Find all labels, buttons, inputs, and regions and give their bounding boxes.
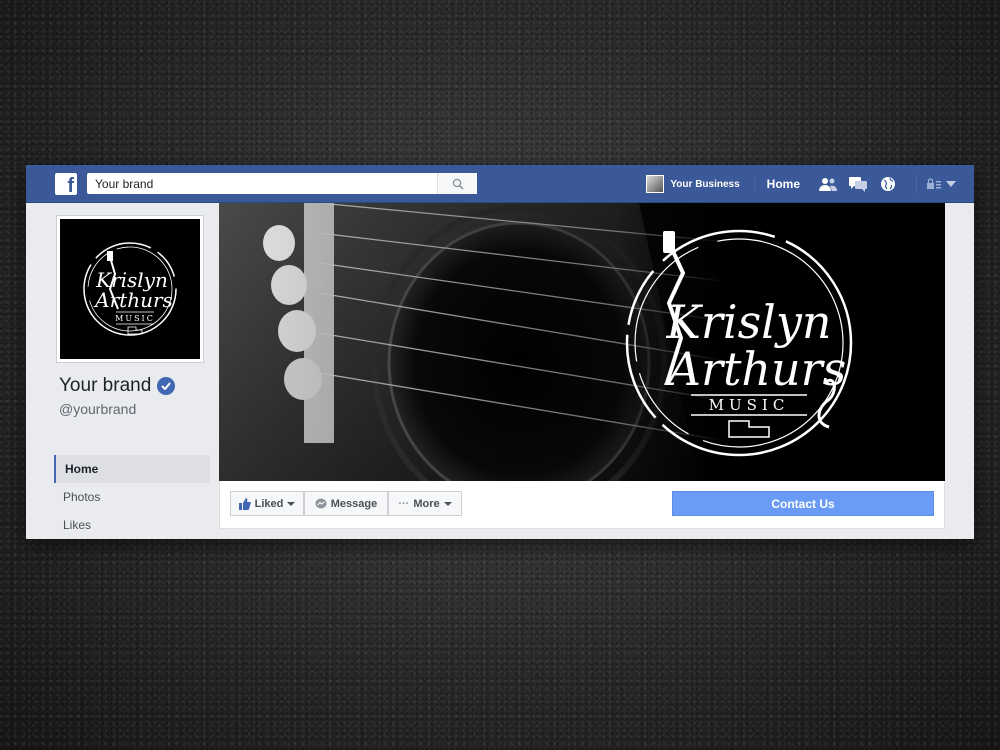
messages-icon[interactable] (848, 174, 868, 194)
sidebar-item-home[interactable]: Home (54, 455, 210, 483)
side-navigation: Home Photos Likes (54, 455, 210, 539)
verified-badge-icon (157, 377, 176, 395)
chevron-down-icon (443, 501, 452, 506)
nav-user-name[interactable]: Your Business (670, 179, 739, 190)
liked-label: Liked (254, 497, 284, 510)
search-button[interactable] (437, 173, 477, 194)
page-handle: @yourbrand (59, 401, 137, 417)
nav-home-link[interactable]: Home (753, 177, 800, 191)
contact-us-button[interactable]: Contact Us (672, 491, 934, 516)
search-icon (452, 178, 464, 190)
profile-picture[interactable]: Krislyn Arthurs MUSIC (56, 215, 204, 363)
sidebar-item-likes[interactable]: Likes (54, 511, 210, 539)
friends-icon[interactable] (818, 174, 838, 194)
message-label: Message (330, 497, 378, 510)
top-nav-right: Your Business Home (646, 165, 974, 203)
thumbs-up-icon (238, 497, 251, 510)
messenger-icon (315, 498, 327, 508)
page-action-bar: Liked Message ··· More Contact Us (219, 481, 945, 529)
privacy-menu[interactable] (916, 174, 956, 194)
user-avatar[interactable] (646, 175, 665, 193)
more-button[interactable]: ··· More (388, 491, 462, 516)
profile-logo-line2: Arthurs (93, 288, 173, 312)
profile-logo: Krislyn Arthurs MUSIC (60, 219, 200, 359)
chevron-down-icon (287, 501, 296, 506)
cover-logo-line3: MUSIC (709, 396, 790, 414)
cover-logo-line1: Krislyn (666, 295, 832, 349)
sidebar-item-photos[interactable]: Photos (54, 483, 210, 511)
globe-icon[interactable] (878, 174, 898, 194)
page-title: Your brand (59, 375, 176, 397)
search-input[interactable]: Your brand (87, 177, 437, 191)
page-name-text: Your brand (59, 375, 152, 396)
more-label: More (413, 497, 440, 510)
more-dots-icon: ··· (398, 497, 410, 510)
lock-icon (927, 178, 941, 189)
cover-logo-line2: Arthurs (664, 342, 847, 396)
search-bar[interactable]: Your brand (87, 173, 477, 194)
message-button[interactable]: Message (304, 491, 388, 516)
profile-logo-line3: MUSIC (115, 314, 155, 323)
liked-button[interactable]: Liked (230, 491, 304, 516)
top-navigation-bar: f Your brand Your Business Home (26, 165, 974, 203)
facebook-page-mockup: f Your brand Your Business Home Krislyn … (26, 165, 974, 539)
cover-photo[interactable]: Krislyn Arthurs MUSIC (219, 203, 945, 481)
cover-guitar-image: Krislyn Arthurs MUSIC (219, 203, 945, 481)
dropdown-icon (946, 181, 956, 187)
facebook-logo-icon[interactable]: f (55, 173, 77, 197)
